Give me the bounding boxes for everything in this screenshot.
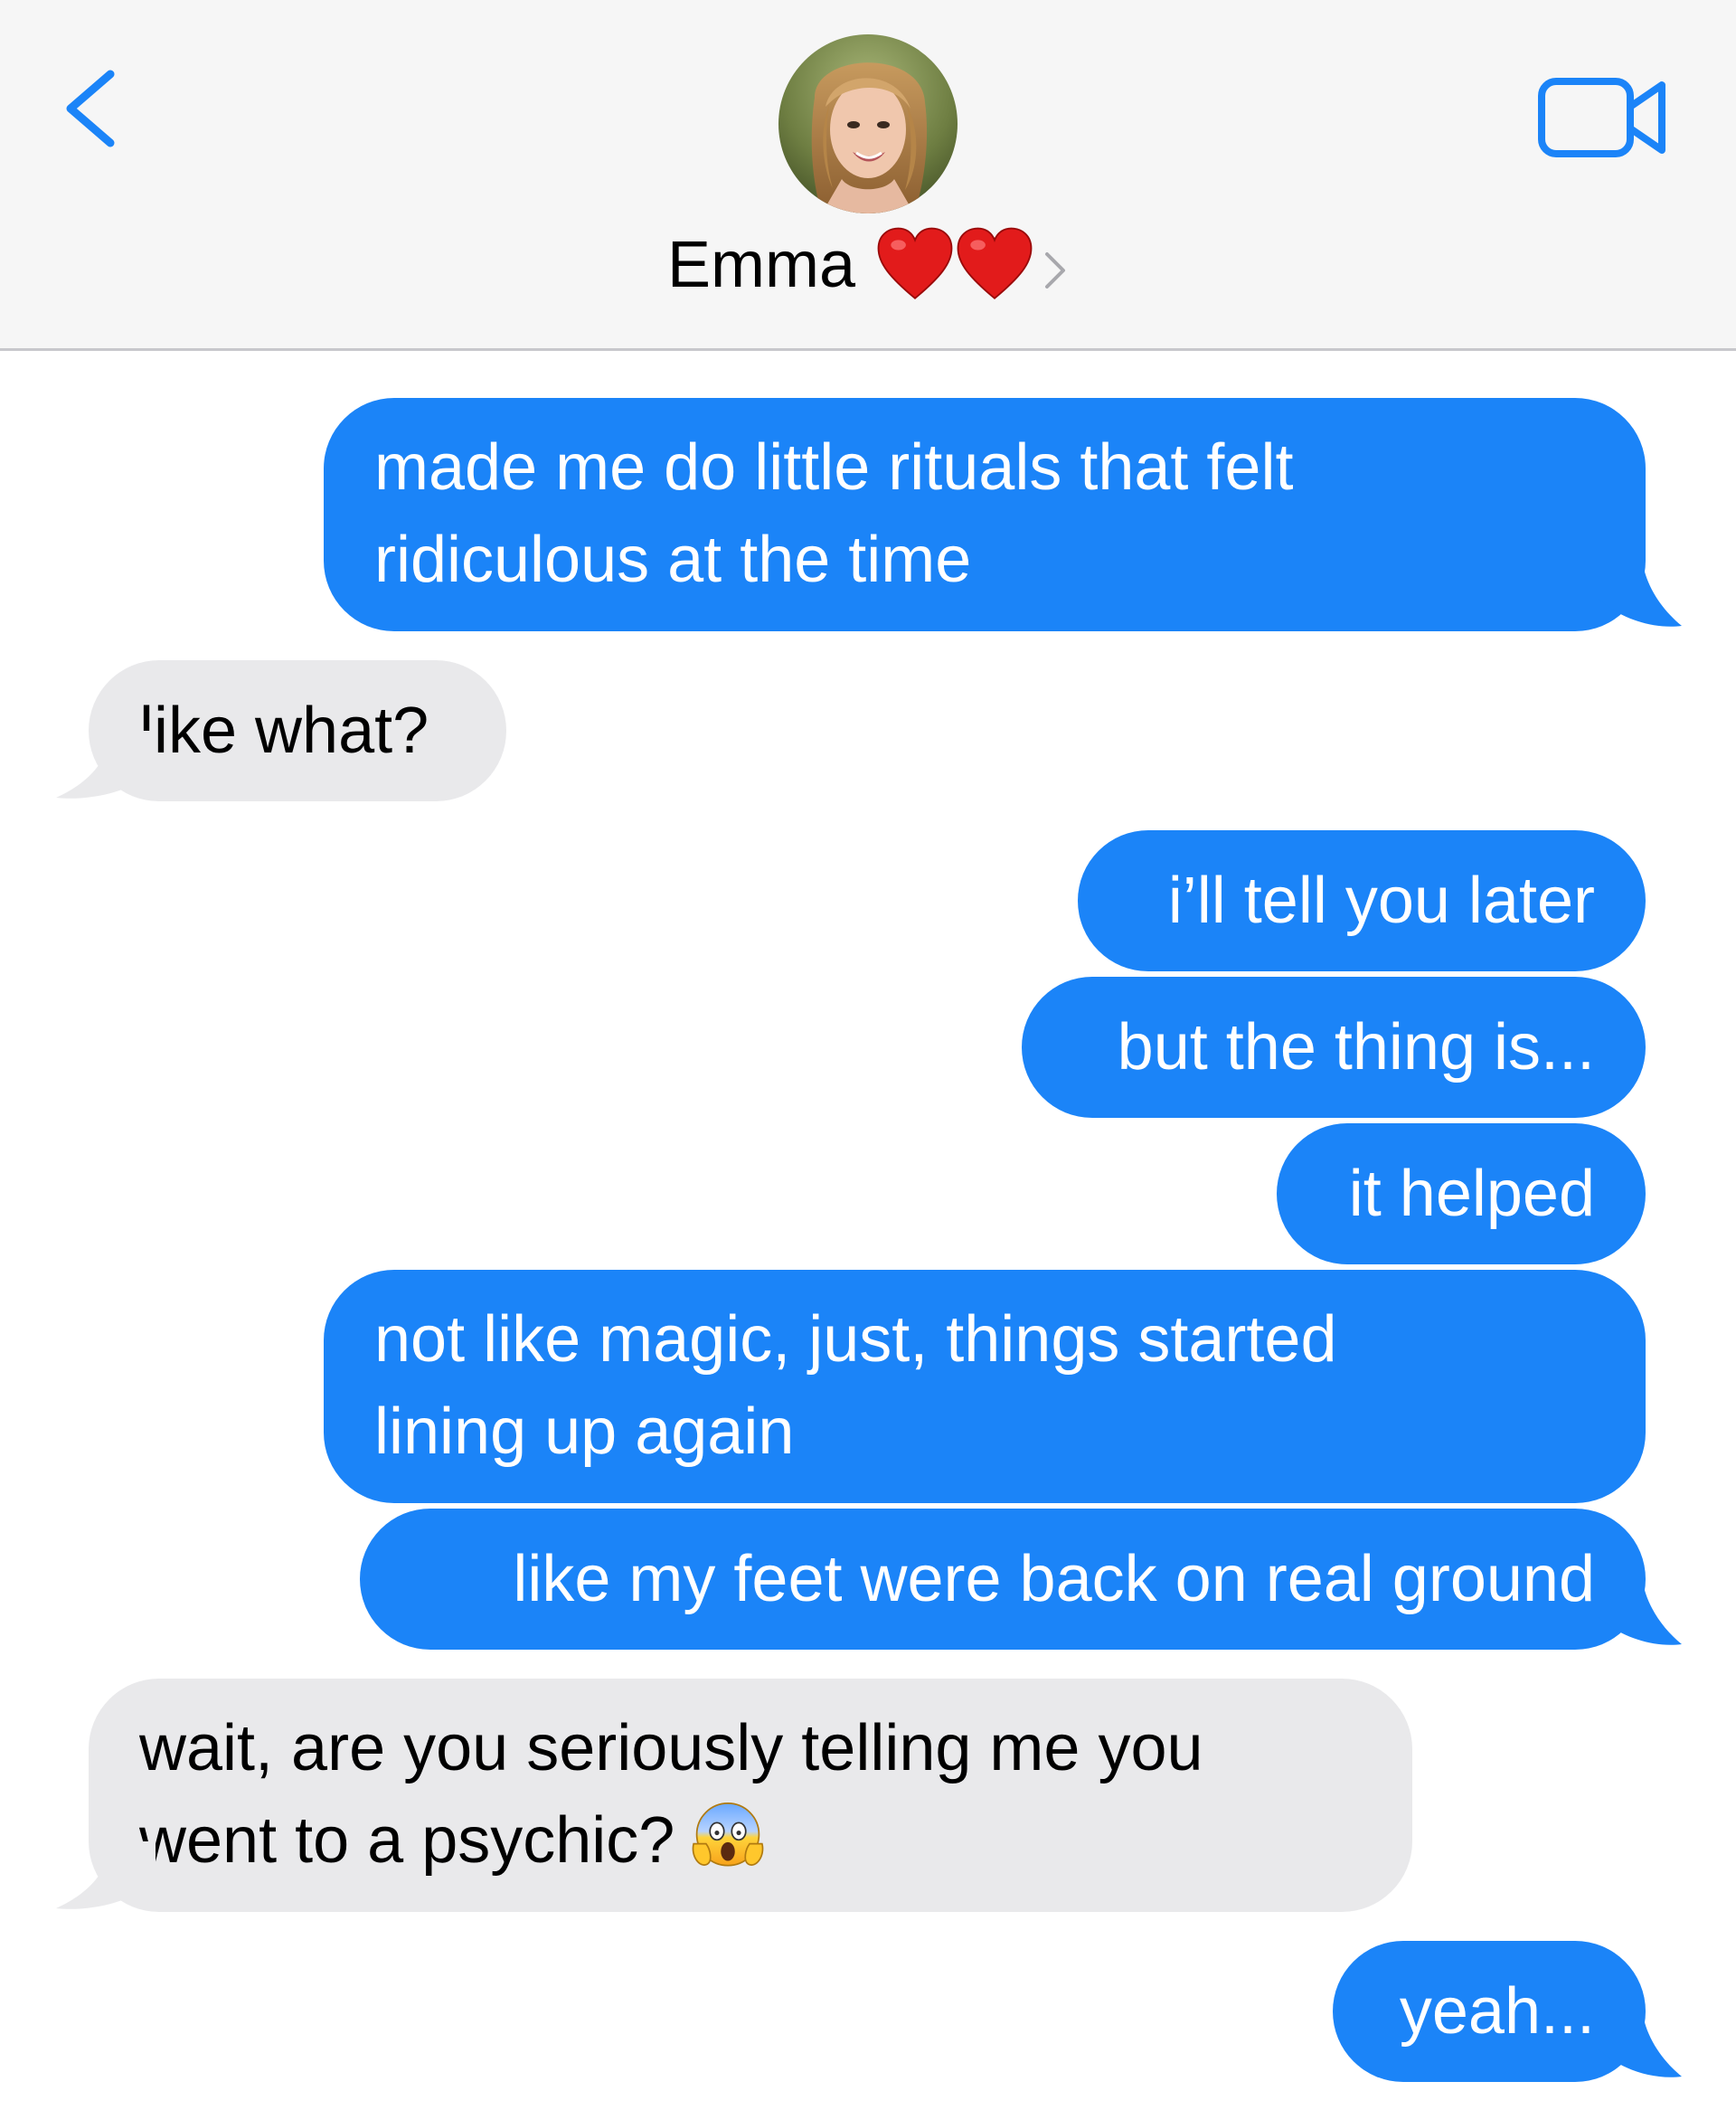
received-message-bubble[interactable]: wait, are you seriously telling me you w… [89,1679,1412,1912]
message-line-with-emoji: went to a psychic? [139,1794,1362,1887]
message-line: lining up again [374,1396,795,1468]
message-line: went to a psychic? [139,1804,675,1877]
sent-message-bubble[interactable]: but the thing is... [1022,977,1646,1118]
contact-name: Emma [666,229,856,301]
chevron-right-icon [1045,252,1066,289]
contact-name-button[interactable]: Emma [0,224,1736,306]
message-line: but the thing is... [1117,1011,1595,1083]
message-line: i’ll tell you later [1167,865,1595,937]
face-screaming-in-fear-emoji [692,1802,764,1867]
sent-bubble-tail [1599,2010,1682,2077]
message-line: not like magic, just, things started [374,1303,1337,1376]
imessage-conversation-screen: Emma made me do little rituals that felt… [0,0,1736,2110]
facetime-video-icon[interactable] [1537,74,1669,161]
red-heart-emoji [877,227,953,299]
red-heart-emoji [957,227,1033,299]
sent-message-bubble[interactable]: it helped [1277,1123,1646,1264]
message-line: ridiculous at the time [374,524,972,596]
sent-bubble-tail [1599,559,1682,627]
message-line: wait, are you seriously telling me you [139,1712,1203,1784]
message-line: like my feet were back on real ground [513,1543,1595,1615]
message-line: yeah... [1399,1975,1595,2048]
sent-message-bubble[interactable]: not like magic, just, things started lin… [324,1270,1646,1503]
contact-avatar[interactable] [778,34,958,213]
message-line: like what? [139,695,429,767]
message-line: made me do little rituals that felt [374,431,1294,504]
sent-message-bubble[interactable]: made me do little rituals that felt ridi… [324,398,1646,631]
chevron-left-icon[interactable] [54,63,127,154]
sent-message-bubble[interactable]: like my feet were back on real ground [360,1509,1646,1650]
sent-message-bubble[interactable]: i’ll tell you later [1078,830,1646,971]
received-bubble-tail [56,1841,156,1909]
conversation-header: Emma [0,0,1736,351]
sent-bubble-tail [1599,1577,1682,1645]
received-bubble-tail [56,731,156,799]
message-line: it helped [1348,1158,1595,1230]
